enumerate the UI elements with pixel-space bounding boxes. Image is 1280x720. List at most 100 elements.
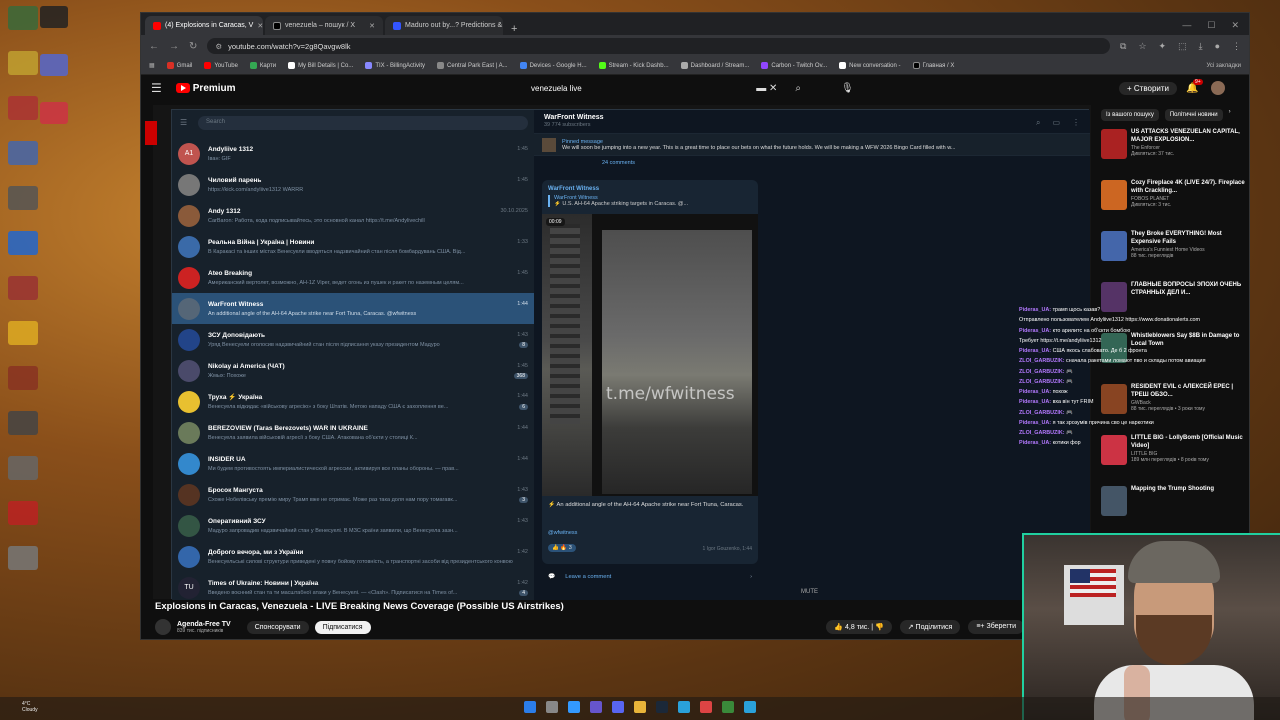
bookmark[interactable]: New conversation -	[839, 62, 901, 69]
desktop-icon[interactable]	[8, 51, 38, 75]
search-icon[interactable]	[546, 701, 558, 713]
desktop-icon[interactable]	[8, 276, 38, 300]
desktop-icon[interactable]	[8, 546, 38, 570]
leave-comment-button[interactable]: 💬 Leave a comment ›	[542, 568, 758, 586]
recommendation-item[interactable]: US ATTACKS VENEZUELAN CAPITAL, MAJOR EXP…	[1101, 129, 1251, 180]
bookmark[interactable]: Devices - Google H...	[519, 62, 587, 69]
bookmark[interactable]: YouTube	[204, 62, 238, 69]
recommendation-item[interactable]: Cozy Fireplace 4K (LIVE 24/7). Fireplace…	[1101, 180, 1251, 231]
desktop-icon[interactable]	[8, 456, 38, 480]
minimize-icon[interactable]: —	[1182, 20, 1191, 31]
chat-item[interactable]: ЗСУ Доповідають 1:43 Уряд Венесуели оголос…	[172, 324, 534, 355]
recommendation-item[interactable]: They Broke EVERYTHING! Most Expensive Fa…	[1101, 231, 1251, 282]
bookmark[interactable]: Gmail	[166, 62, 192, 69]
save-button[interactable]: ≡+ Зберегти	[968, 620, 1024, 634]
desktop-icon[interactable]	[8, 96, 38, 120]
browser-tab[interactable]: (4) Explosions in Caracas, V ✕	[145, 16, 263, 35]
post-tag[interactable]: @wfwitness	[548, 530, 577, 536]
sidebar-icon[interactable]: ▭	[1052, 118, 1060, 128]
desktop-icon[interactable]	[8, 141, 38, 165]
desktop-icon[interactable]	[8, 411, 38, 435]
bookmark[interactable]: My Bill Details | Co...	[288, 62, 353, 69]
chat-item[interactable]: INSIDER UA 1:44 Ми будем противостоять имп…	[172, 448, 534, 479]
menu-icon[interactable]: ☰	[180, 118, 187, 127]
chip[interactable]: Із вашого пошуку	[1101, 109, 1159, 121]
subscribe-button[interactable]: Підписатися	[314, 620, 371, 634]
search-icon[interactable]: ⌕	[1036, 118, 1040, 128]
search-input[interactable]: venezuela live ▬ ✕ ⌕	[531, 80, 801, 96]
channel-avatar[interactable]	[155, 619, 171, 635]
create-button[interactable]: + Створити	[1119, 81, 1178, 95]
close-window-icon[interactable]: ✕	[1231, 20, 1239, 31]
reply-quote[interactable]: WarFront Witness ⚡ U.S. AH-64 Apache str…	[548, 195, 752, 207]
chat-item[interactable]: A1 Andyliive 1312 1:45 Іван: GIF	[172, 138, 534, 169]
desktop-icon[interactable]	[40, 54, 68, 76]
edge-icon[interactable]	[568, 701, 580, 713]
channel-header[interactable]: WarFront Witness 39 774 subscribers ⌕ ▭ …	[534, 110, 1090, 134]
more-icon[interactable]: ⋮	[1232, 41, 1241, 52]
chat-item[interactable]: Труха ⚡ Україна 1:44 Венесуела відкидає «в…	[172, 386, 534, 417]
back-icon[interactable]: ←	[149, 41, 159, 52]
desktop-icon[interactable]	[8, 6, 38, 30]
chrome-icon[interactable]	[700, 701, 712, 713]
reaction-badge[interactable]: 👍 🔥 3	[548, 544, 576, 552]
chat-item[interactable]: Чиловий парень 1:45 https://kick.com/andyl…	[172, 169, 534, 200]
url-field[interactable]: ⚙ youtube.com/watch?v=2g8Qavgw8lk	[207, 38, 1110, 54]
star-icon[interactable]: ☆	[1138, 41, 1146, 52]
maximize-icon[interactable]: ☐	[1207, 20, 1215, 31]
share-button[interactable]: ↗ Поділитися	[899, 620, 961, 634]
desktop-icon[interactable]	[8, 231, 38, 255]
chat-item[interactable]: Бросок Мангуста 1:43 Схоже Нобелівську пре…	[172, 479, 534, 510]
chat-item[interactable]: TU Times of Ukraine: Новини | Україна 1:42…	[172, 572, 534, 603]
app-icon[interactable]	[744, 701, 756, 713]
channel-name[interactable]: Agenda-Free TV	[177, 621, 231, 628]
desktop-icon[interactable]	[8, 321, 38, 345]
chat-item[interactable]: Nikolay ai America (ЧАТ) 1:45 Жмых: Похоже…	[172, 355, 534, 386]
download-icon[interactable]: ⤓	[1199, 41, 1203, 52]
puzzle-icon[interactable]: ⬚	[1178, 41, 1187, 52]
weather-widget[interactable]: 4°C Cloudy	[22, 701, 38, 713]
sponsor-button[interactable]: Спонсорувати	[246, 620, 309, 634]
pinned-message[interactable]: Pinned message We will soon be jumping i…	[534, 134, 1090, 156]
folder-icon[interactable]	[634, 701, 646, 713]
mic-icon[interactable]: 🎙	[841, 83, 854, 94]
post-video[interactable]: 00:09 t.me/wfwitness	[542, 214, 758, 496]
more-icon[interactable]: ⋮	[1072, 118, 1080, 128]
desktop-icon[interactable]	[8, 366, 38, 390]
close-icon[interactable]: ✕	[369, 22, 375, 30]
youtube-logo[interactable]: Premium	[175, 83, 236, 94]
bookmark[interactable]: Carbon - Twitch Ov...	[761, 62, 827, 69]
chip[interactable]: Політичні новини	[1164, 109, 1223, 121]
chat-item[interactable]: Доброго вечора, ми з України 1:42 Венесуел…	[172, 541, 534, 572]
browser-tab[interactable]: Maduro out by...? Predictions & ✕	[385, 16, 503, 35]
chat-item[interactable]: Оперативний ЗСУ 1:43 Мадуро запровадив над…	[172, 510, 534, 541]
forward-icon[interactable]: →	[169, 41, 179, 52]
apps-icon[interactable]: ▦	[149, 62, 155, 69]
comments-count[interactable]: 24 comments	[602, 160, 635, 166]
search-input[interactable]: Search	[198, 116, 528, 130]
close-icon[interactable]: ✕	[257, 22, 263, 30]
chevron-right-icon[interactable]: ›	[1229, 109, 1231, 121]
start-icon[interactable]	[524, 701, 536, 713]
chat-item[interactable]: Andy 1312 30.10.2025 CarBaron: Работа, код…	[172, 200, 534, 231]
obs-icon[interactable]	[722, 701, 734, 713]
search-icon[interactable]: ⌕	[795, 83, 801, 94]
bookmark[interactable]: Dashboard / Stream...	[680, 62, 749, 69]
desktop-icon[interactable]	[40, 6, 68, 28]
install-icon[interactable]: ⧉	[1120, 41, 1126, 52]
bookmark[interactable]: Stream - Kick Dashb...	[598, 62, 669, 69]
post-channel[interactable]: WarFront Witness	[542, 180, 758, 192]
profile-icon[interactable]: ●	[1215, 41, 1220, 52]
bookmark[interactable]: Central Park East | A...	[437, 62, 508, 69]
discord-icon[interactable]	[612, 701, 624, 713]
app-icon[interactable]	[590, 701, 602, 713]
desktop-icon[interactable]	[8, 186, 38, 210]
reload-icon[interactable]: ↻	[189, 41, 197, 52]
bookmark[interactable]: Главная / X	[912, 62, 954, 69]
browser-tab[interactable]: venezuela – пошук / X ✕	[265, 16, 383, 35]
chat-item[interactable]: WarFront Witness 1:44 An additional angle …	[172, 293, 534, 324]
chat-item[interactable]: Ateo Breaking 1:45 Американский вертолет, …	[172, 262, 534, 293]
new-tab-button[interactable]: +	[505, 23, 523, 35]
menu-icon[interactable]: ☰	[151, 81, 162, 95]
bookmark[interactable]: Карти	[249, 62, 276, 69]
